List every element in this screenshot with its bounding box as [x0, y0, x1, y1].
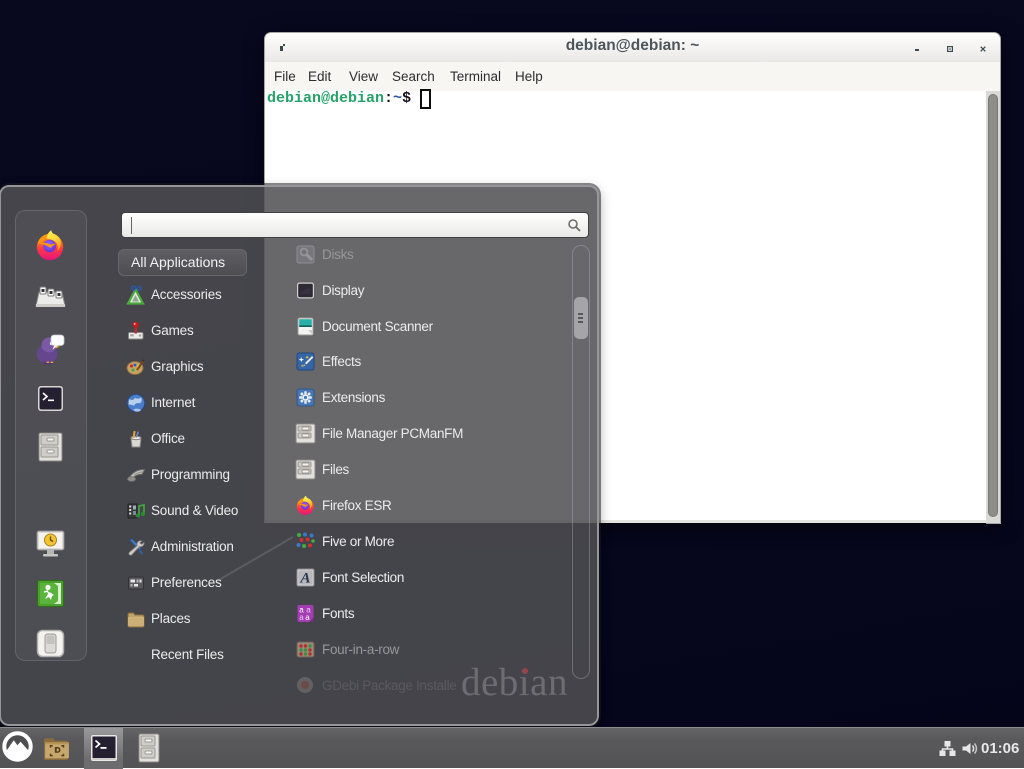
svg-text:a: a [305, 613, 310, 622]
svg-text:a: a [299, 613, 304, 622]
svg-text:A: A [299, 571, 310, 587]
